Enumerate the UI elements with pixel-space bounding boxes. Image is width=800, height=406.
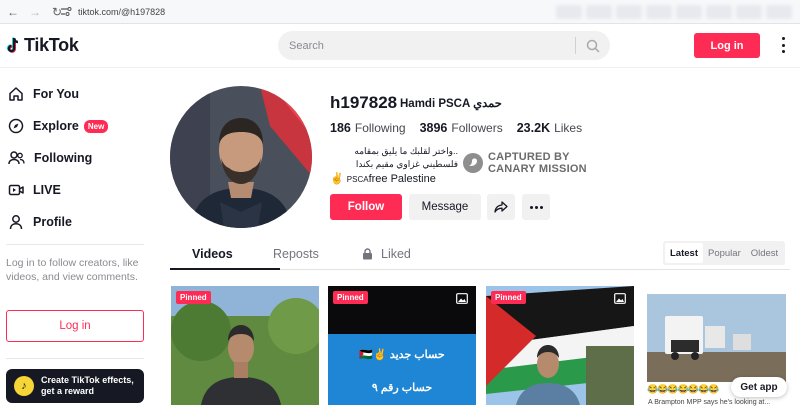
- forward-icon[interactable]: →: [26, 3, 44, 21]
- search-bar[interactable]: Search: [278, 31, 610, 60]
- photo-icon: [614, 293, 626, 304]
- lock-icon: [363, 248, 372, 260]
- address-bar[interactable]: tiktok.com/@h197828: [60, 3, 165, 21]
- bio-smallcaps: PSCA: [346, 175, 369, 184]
- following-count[interactable]: 186: [330, 121, 351, 135]
- likes-count: 23.2K: [516, 121, 551, 135]
- url-text: tiktok.com/@h197828: [78, 7, 166, 17]
- message-button[interactable]: Message: [409, 194, 481, 220]
- effects-line-1: Create TikTok effects,: [41, 375, 134, 385]
- sidebar-item-label: Explore: [33, 119, 79, 133]
- sidebar-item-label: LIVE: [33, 183, 61, 197]
- profile-nickname: Hamdi PSCA حمدي: [400, 98, 502, 110]
- tiktok-logo[interactable]: TikTok: [6, 35, 79, 56]
- site-header: TikTok Search Log in: [0, 24, 800, 68]
- sidebar-item-profile[interactable]: Profile: [8, 214, 72, 230]
- followers-count[interactable]: 3896: [420, 121, 448, 135]
- sort-latest[interactable]: Latest: [665, 243, 703, 263]
- compass-icon: [8, 118, 24, 134]
- photo-icon: [456, 293, 468, 304]
- header-login-button[interactable]: Log in: [694, 33, 760, 58]
- more-options-icon[interactable]: [778, 37, 788, 53]
- sidebar-login-button[interactable]: Log in: [6, 310, 144, 342]
- video-card[interactable]: Pinned: [171, 286, 319, 405]
- sidebar-divider: [6, 244, 144, 245]
- search-icon[interactable]: [576, 39, 610, 53]
- victory-emoji: ✌️: [330, 173, 344, 185]
- share-icon[interactable]: [487, 194, 515, 220]
- get-app-button[interactable]: Get app: [731, 377, 787, 397]
- avatar: [170, 86, 312, 228]
- profile-more-button[interactable]: [522, 194, 550, 220]
- site-settings-icon[interactable]: [60, 7, 72, 17]
- video-overlay-text-2: حساب رقم ٩: [371, 382, 433, 394]
- sidebar: For You Explore New Following LIVE Profi…: [0, 68, 152, 405]
- pinned-badge: Pinned: [491, 291, 526, 304]
- effects-icon: ♪: [14, 376, 34, 396]
- canary-line-2: CANARY MISSION: [488, 163, 587, 175]
- browser-extensions: [556, 5, 792, 19]
- profile-username: h197828: [330, 93, 398, 112]
- logo-text: TikTok: [24, 35, 79, 55]
- live-icon: [8, 184, 24, 196]
- canary-line-1: CAPTURED BY: [488, 151, 570, 163]
- tab-liked[interactable]: Liked: [362, 247, 411, 261]
- bio-line-3: ✌️ PSCAfree Palestine: [330, 172, 436, 185]
- new-badge: New: [83, 119, 109, 133]
- canary-bird-icon: [463, 153, 483, 173]
- sidebar-divider: [6, 358, 144, 359]
- profile-stats: 186 Following 3896 Followers 23.2K Likes: [330, 121, 596, 135]
- browser-toolbar: ← → ↻ tiktok.com/@h197828: [0, 0, 800, 24]
- bio-line-2: فلسطيني غزاوي مقيم بكندا: [355, 159, 458, 169]
- tab-label: Reposts: [273, 247, 319, 261]
- pinned-badge: Pinned: [176, 291, 211, 304]
- canary-mission-watermark: CAPTURED BY CANARY MISSION: [463, 151, 587, 175]
- sidebar-item-following[interactable]: Following: [8, 150, 92, 166]
- follow-button[interactable]: Follow: [330, 194, 402, 220]
- sort-popular[interactable]: Popular: [703, 243, 746, 263]
- sort-selector: Latest Popular Oldest: [663, 241, 786, 265]
- active-tab-indicator: [170, 268, 280, 270]
- video-emoji-row: 😂😂😂😂😂😂😂: [647, 384, 719, 394]
- sidebar-item-label: For You: [33, 87, 80, 101]
- tab-label: Liked: [381, 247, 411, 261]
- search-input[interactable]: Search: [289, 40, 575, 52]
- effects-banner[interactable]: ♪ Create TikTok effects, get a reward: [6, 369, 144, 403]
- sort-oldest[interactable]: Oldest: [746, 243, 783, 263]
- users-icon: [8, 151, 25, 165]
- video-card[interactable]: Pinned: [486, 286, 634, 405]
- following-label[interactable]: Following: [355, 121, 406, 135]
- video-card[interactable]: Pinned حساب جديد ✌️🇵🇸 حساب رقم ٩: [328, 286, 476, 405]
- back-icon[interactable]: ←: [4, 3, 22, 21]
- home-icon: [9, 87, 23, 101]
- sidebar-item-label: Following: [34, 151, 93, 165]
- tab-label: Videos: [192, 247, 233, 261]
- profile-icon: [9, 215, 23, 230]
- sidebar-item-live[interactable]: LIVE: [8, 182, 61, 198]
- login-note: Log in to follow creators, like videos, …: [6, 257, 139, 283]
- pinned-badge: Pinned: [333, 291, 368, 304]
- effects-line-2: get a reward: [41, 386, 95, 396]
- followers-label[interactable]: Followers: [451, 121, 502, 135]
- sidebar-item-explore[interactable]: Explore New: [8, 118, 109, 134]
- tab-videos[interactable]: Videos: [192, 247, 233, 261]
- sidebar-item-for-you[interactable]: For You: [8, 86, 79, 102]
- sidebar-item-label: Profile: [33, 215, 72, 229]
- bio-line-1: ..واختر لقلبك ما يليق بمقامه: [354, 146, 458, 156]
- tab-reposts[interactable]: Reposts: [273, 247, 319, 261]
- bio-text: free Palestine: [368, 173, 436, 185]
- likes-label: Likes: [554, 121, 583, 135]
- profile-bio: ..واختر لقلبك ما يليق بمقامه فلسطيني غزا…: [330, 145, 458, 171]
- tiktok-note-icon: [6, 36, 19, 53]
- video-overlay-text-1: حساب جديد ✌️🇵🇸: [359, 349, 445, 361]
- effects-text: Create TikTok effects, get a reward: [41, 375, 134, 397]
